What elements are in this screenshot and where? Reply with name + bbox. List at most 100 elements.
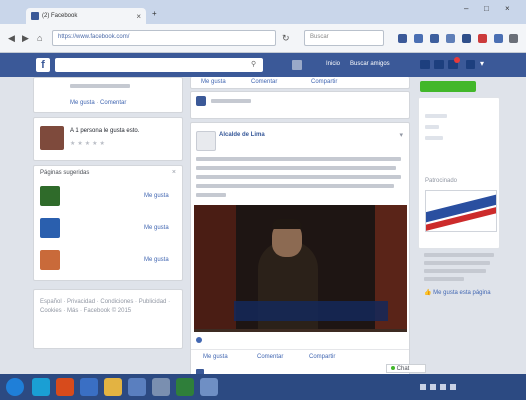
messages-icon[interactable] xyxy=(434,60,444,69)
find-friends-link[interactable]: Buscar amigos xyxy=(350,61,390,67)
firefox-icon[interactable] xyxy=(56,378,74,396)
chat-button[interactable]: Chat xyxy=(386,364,426,373)
forward-arrow-icon[interactable]: ▶ xyxy=(22,33,29,44)
app-icon[interactable] xyxy=(200,378,218,396)
minimize-button[interactable]: – xyxy=(464,4,468,13)
reload-icon[interactable]: ↻ xyxy=(282,33,290,44)
video-progress-bar[interactable] xyxy=(194,329,407,332)
suggested-pages-card: Páginas sugeridas × Me gusta Me gusta Me… xyxy=(33,165,183,281)
browser-toolbar: ◀ ▶ ⌂ https://www.facebook.com/ ↻ Buscar xyxy=(0,24,526,53)
like-link[interactable]: Me gusta xyxy=(70,100,95,106)
facebook-favicon-icon xyxy=(31,12,39,20)
post-like-button[interactable]: Me gusta xyxy=(203,354,228,360)
suggested-page-avatar[interactable] xyxy=(40,250,60,270)
tab-close-icon[interactable]: × xyxy=(136,12,141,21)
pocket-icon[interactable] xyxy=(462,34,471,43)
previous-post-actions: Me gusta Comentar Compartir xyxy=(190,77,410,89)
comment-link[interactable]: Comentar xyxy=(100,100,126,106)
facebook-top-bar: f ⚲ Inicio Buscar amigos ▾ xyxy=(0,53,526,77)
tab-title: (2) Facebook xyxy=(42,13,78,19)
tray-icon[interactable] xyxy=(440,384,446,390)
rating-stars: ★★★★★ xyxy=(70,141,107,147)
event-thumbnail xyxy=(40,126,64,150)
ad-image[interactable] xyxy=(425,190,497,232)
suggested-page-like-button[interactable]: Me gusta xyxy=(144,193,169,199)
browser-tab[interactable]: (2) Facebook × xyxy=(26,8,146,24)
facebook-logo[interactable]: f xyxy=(36,58,50,72)
share-link[interactable]: Compartir xyxy=(311,79,337,85)
start-button-icon[interactable] xyxy=(6,378,24,396)
like-link[interactable]: Me gusta xyxy=(201,79,226,85)
app-icon[interactable] xyxy=(152,378,170,396)
back-arrow-icon[interactable]: ◀ xyxy=(8,33,15,44)
sidebar-line xyxy=(425,136,443,140)
system-tray xyxy=(420,384,468,390)
chat-dot-icon xyxy=(391,366,395,370)
browser-search-input[interactable]: Buscar xyxy=(304,30,384,46)
menu-icon[interactable] xyxy=(509,34,518,43)
app-icon[interactable] xyxy=(128,378,146,396)
top-left-card-actions: Me gusta · Comentar xyxy=(70,100,127,106)
ad-text-line xyxy=(424,269,486,273)
sidebar-line xyxy=(425,114,447,118)
like-thumb-icon: 👍 xyxy=(424,290,432,296)
profile-avatar[interactable] xyxy=(292,60,302,70)
commenter-avatar[interactable] xyxy=(196,96,206,106)
address-bar[interactable]: https://www.facebook.com/ xyxy=(52,30,276,46)
bookmark-star-icon[interactable] xyxy=(398,34,407,43)
close-icon[interactable]: × xyxy=(172,169,176,176)
like-thumb-icon xyxy=(196,337,202,343)
privacy-lock-icon[interactable] xyxy=(466,60,475,69)
home-toolbar-icon[interactable] xyxy=(446,34,455,43)
top-left-card-text xyxy=(70,84,130,88)
post-author[interactable]: Alcalde de Lima xyxy=(219,132,265,138)
ad-text-line xyxy=(424,261,490,265)
home-icon[interactable]: ⌂ xyxy=(37,33,42,43)
notification-badge xyxy=(454,57,460,63)
post-options-chevron-down-icon[interactable]: ▾ xyxy=(399,131,403,139)
green-action-button[interactable] xyxy=(420,81,476,92)
tray-icon[interactable] xyxy=(430,384,436,390)
suggested-page-like-button[interactable]: Me gusta xyxy=(144,257,169,263)
post-share-button[interactable]: Compartir xyxy=(309,354,335,360)
downloads-icon[interactable] xyxy=(430,34,439,43)
home-link[interactable]: Inicio xyxy=(326,61,340,67)
author-avatar[interactable] xyxy=(196,131,216,151)
suggested-page-avatar[interactable] xyxy=(40,186,60,206)
ad-like-page-label: Me gusta esta página xyxy=(433,290,491,296)
new-tab-button[interactable]: + xyxy=(152,9,157,18)
close-window-button[interactable]: × xyxy=(505,4,510,13)
post-comment-button[interactable]: Comentar xyxy=(257,354,283,360)
addon-icon[interactable] xyxy=(478,34,487,43)
tray-icon[interactable] xyxy=(420,384,426,390)
post-video[interactable] xyxy=(194,205,407,332)
video-person-hair xyxy=(272,219,302,229)
ad-like-page-link[interactable]: 👍 Me gusta esta página xyxy=(424,289,491,296)
sponsored-label: Patrocinado xyxy=(425,178,458,184)
search-icon[interactable]: ⚲ xyxy=(251,60,256,68)
settings-chevron-down-icon[interactable]: ▾ xyxy=(480,59,484,68)
suggested-page-avatar[interactable] xyxy=(40,218,60,238)
post-actions-divider xyxy=(191,349,409,350)
comment-link[interactable]: Comentar xyxy=(251,79,277,85)
video-background-left xyxy=(194,205,236,332)
reading-list-icon[interactable] xyxy=(414,34,423,43)
windows-taskbar xyxy=(0,374,526,400)
maximize-button[interactable]: □ xyxy=(484,4,489,13)
sync-icon[interactable] xyxy=(494,34,503,43)
friend-requests-icon[interactable] xyxy=(420,60,430,69)
likes-line xyxy=(196,337,202,345)
facebook-search-input[interactable] xyxy=(55,58,263,72)
tray-icon[interactable] xyxy=(450,384,456,390)
suggested-page-like-button[interactable]: Me gusta xyxy=(144,225,169,231)
facebook-content: Me gusta · Comentar A 1 persona le gusta… xyxy=(0,77,526,392)
post-text xyxy=(196,157,406,197)
media-player-icon[interactable] xyxy=(80,378,98,396)
internet-explorer-icon[interactable] xyxy=(32,378,50,396)
previous-post-comment xyxy=(190,91,410,119)
event-card-text: A 1 persona le gusta esto. xyxy=(70,128,140,134)
app-icon[interactable] xyxy=(176,378,194,396)
file-explorer-icon[interactable] xyxy=(104,378,122,396)
chat-label: Chat xyxy=(396,366,410,372)
ad-text-line xyxy=(424,253,494,257)
